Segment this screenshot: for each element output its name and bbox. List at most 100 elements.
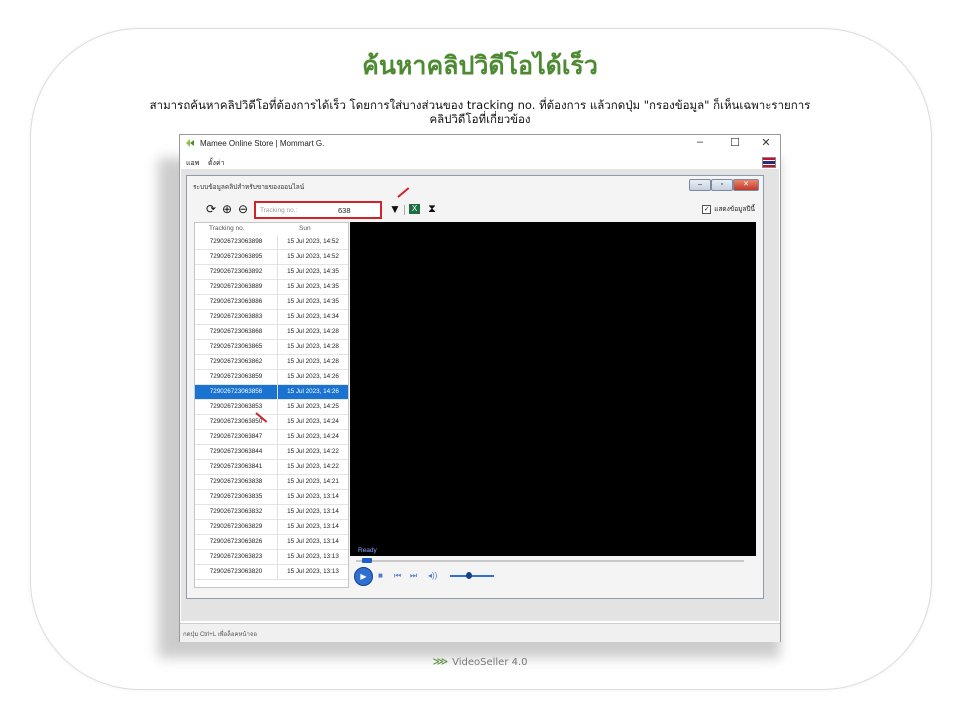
seek-handle[interactable] bbox=[362, 558, 372, 563]
show-info-checkbox[interactable]: ✓ แสดงข้อมูลปีนี้ bbox=[702, 204, 755, 214]
table-row[interactable]: 729026723063886 15 Jul 2023, 14:35 bbox=[195, 295, 348, 310]
table-row[interactable]: 729026723063841 15 Jul 2023, 14:22 bbox=[195, 460, 348, 475]
volume-handle[interactable] bbox=[466, 572, 472, 579]
table-row[interactable]: 729026723063853 15 Jul 2023, 14:25 bbox=[195, 400, 348, 415]
tracking-cell: 729026723063862 bbox=[195, 355, 278, 369]
date-cell: 15 Jul 2023, 14:26 bbox=[287, 388, 339, 395]
table-row[interactable]: 729026723063856 15 Jul 2023, 14:26 bbox=[195, 385, 348, 400]
tracking-cell: 729026723063835 bbox=[195, 490, 278, 504]
table-row[interactable]: 729026723063832 15 Jul 2023, 13:14 bbox=[195, 505, 348, 520]
table-row[interactable]: 729026723063859 15 Jul 2023, 14:26 bbox=[195, 370, 348, 385]
maximize-button[interactable]: ☐ bbox=[727, 136, 743, 149]
next-icon[interactable]: ⏭ bbox=[410, 571, 417, 581]
volume-icon[interactable]: ◂)) bbox=[428, 571, 437, 580]
menu-settings[interactable]: ตั้งค่า bbox=[208, 158, 225, 169]
date-cell: 15 Jul 2023, 14:28 bbox=[287, 343, 339, 350]
page-subtitle: สามารถค้นหาคลิปวิดีโอที่ต้องการได้เร็ว โ… bbox=[149, 98, 811, 126]
remove-icon[interactable]: ⊖ bbox=[237, 203, 249, 215]
child-close-button[interactable]: ✕ bbox=[733, 179, 759, 191]
date-cell: 15 Jul 2023, 13:14 bbox=[287, 523, 339, 530]
column-header-tracking[interactable]: Tracking no. bbox=[209, 225, 245, 232]
table-row[interactable]: 729026723063892 15 Jul 2023, 14:35 bbox=[195, 265, 348, 280]
video-player[interactable]: Ready bbox=[350, 222, 756, 556]
table-row[interactable]: 729026723063823 15 Jul 2023, 13:13 bbox=[195, 550, 348, 565]
table-row[interactable]: 7290267230638​98 15 Jul 2023, 14:52 bbox=[195, 235, 348, 250]
tracking-cell: 729026723063889 bbox=[195, 280, 278, 294]
date-cell: 15 Jul 2023, 14:24 bbox=[287, 418, 339, 425]
child-restore-button[interactable]: ▫ bbox=[711, 179, 733, 191]
date-cell: 15 Jul 2023, 14:34 bbox=[287, 313, 339, 320]
child-window-title: ระบบข้อมูลคลิปสำหรับขายของออนไลน์ bbox=[193, 184, 305, 191]
clip-browser-window: ระบบข้อมูลคลิปสำหรับขายของออนไลน์ – ▫ ✕ … bbox=[186, 175, 764, 599]
search-label: Tracking no.: bbox=[260, 207, 298, 214]
toolbar: ⟳ ⊕ ⊖ Tracking no.: 638 ▼ X ⧗ ✓ แสดงข้อมู… bbox=[187, 198, 763, 222]
tracking-cell: 729026723063844 bbox=[195, 445, 278, 459]
filter-icon[interactable]: ▼ bbox=[389, 203, 401, 215]
tracking-cell: 729026723063886 bbox=[195, 295, 278, 309]
seek-bar[interactable] bbox=[356, 560, 744, 562]
close-button[interactable]: ✕ bbox=[758, 136, 774, 149]
tracking-search-box[interactable]: Tracking no.: 638 bbox=[254, 201, 382, 219]
column-header-date[interactable]: Sun bbox=[299, 225, 311, 232]
tracking-cell: 729026723063838 bbox=[195, 475, 278, 489]
date-cell: 15 Jul 2023, 13:14 bbox=[287, 508, 339, 515]
date-cell: 15 Jul 2023, 13:14 bbox=[287, 493, 339, 500]
table-row[interactable]: 729026723063889 15 Jul 2023, 14:35 bbox=[195, 280, 348, 295]
tracking-cell: 729026723063847 bbox=[195, 430, 278, 444]
status-bar: กดปุ่ม Ctrl+L เพื่อล็อคหน้าจอ bbox=[180, 623, 780, 642]
date-cell: 15 Jul 2023, 14:28 bbox=[287, 328, 339, 335]
tracking-cell: 729026723063829 bbox=[195, 520, 278, 534]
toolbar-separator bbox=[404, 205, 405, 215]
table-row[interactable]: 729026723063862 15 Jul 2023, 14:28 bbox=[195, 355, 348, 370]
checkbox-box[interactable]: ✓ bbox=[702, 204, 712, 214]
table-row[interactable]: 729026723063868 15 Jul 2023, 14:28 bbox=[195, 325, 348, 340]
page-headline: ค้นหาคลิปวิดีโอได้เร็ว bbox=[362, 51, 598, 80]
table-row[interactable]: 729026723063844 15 Jul 2023, 14:22 bbox=[195, 445, 348, 460]
tracking-cell: 729026723063820 bbox=[195, 565, 278, 579]
table-row[interactable]: 729026723063820 15 Jul 2023, 13:13 bbox=[195, 565, 348, 580]
player-status: Ready bbox=[358, 547, 377, 554]
clip-list-grid[interactable]: Tracking no. Sun 7290267230638​98 15 Jul … bbox=[194, 222, 349, 588]
date-cell: 15 Jul 2023, 13:13 bbox=[287, 553, 339, 560]
excel-export-icon[interactable]: X bbox=[409, 204, 420, 214]
add-icon[interactable]: ⊕ bbox=[221, 203, 233, 215]
thai-flag-icon[interactable] bbox=[762, 157, 776, 168]
date-cell: 15 Jul 2023, 14:35 bbox=[287, 298, 339, 305]
tracking-cell: 729026723063865 bbox=[195, 340, 278, 354]
menu-app[interactable]: แอพ bbox=[186, 158, 199, 169]
table-row[interactable]: 729026723063847 15 Jul 2023, 14:24 bbox=[195, 430, 348, 445]
tracking-cell: 729026723063823 bbox=[195, 550, 278, 564]
date-cell: 15 Jul 2023, 13:13 bbox=[287, 568, 339, 575]
search-input[interactable]: 638 bbox=[338, 206, 351, 215]
footer-brand: VideoSeller 4.0 bbox=[452, 657, 528, 668]
table-row[interactable]: 729026723063829 15 Jul 2023, 13:14 bbox=[195, 520, 348, 535]
date-cell: 15 Jul 2023, 14:52 bbox=[287, 238, 339, 245]
app-logo-icon bbox=[186, 139, 194, 147]
tracking-cell: 729026723063868 bbox=[195, 325, 278, 339]
date-cell: 15 Jul 2023, 14:21 bbox=[287, 478, 339, 485]
table-row[interactable]: 729026723063883 15 Jul 2023, 14:34 bbox=[195, 310, 348, 325]
table-row[interactable]: 729026723063826 15 Jul 2023, 13:14 bbox=[195, 535, 348, 550]
table-row[interactable]: 729026723063895 15 Jul 2023, 14:52 bbox=[195, 250, 348, 265]
status-text: กดปุ่ม Ctrl+L เพื่อล็อคหน้าจอ bbox=[183, 632, 258, 638]
volume-slider[interactable] bbox=[450, 575, 494, 577]
tracking-cell: 729026723063895 bbox=[195, 250, 278, 264]
date-cell: 15 Jul 2023, 14:35 bbox=[287, 283, 339, 290]
date-cell: 15 Jul 2023, 14:22 bbox=[287, 448, 339, 455]
refresh-icon[interactable]: ⟳ bbox=[205, 203, 217, 215]
tracking-cell: 729026723063892 bbox=[195, 265, 278, 279]
table-row[interactable]: 729026723063838 15 Jul 2023, 14:21 bbox=[195, 475, 348, 490]
previous-icon[interactable]: ⏮ bbox=[394, 571, 401, 581]
footer: ⋙ VideoSeller 4.0 bbox=[0, 655, 960, 668]
date-cell: 15 Jul 2023, 14:28 bbox=[287, 358, 339, 365]
stop-icon[interactable]: ■ bbox=[378, 571, 383, 580]
child-minimize-button[interactable]: – bbox=[689, 179, 711, 191]
tracking-cell: 729026723063856 bbox=[195, 385, 278, 399]
play-icon[interactable]: ▶ bbox=[354, 567, 373, 586]
hourglass-icon[interactable]: ⧗ bbox=[426, 203, 438, 215]
table-row[interactable]: 729026723063850 15 Jul 2023, 14:24 bbox=[195, 415, 348, 430]
minimize-button[interactable]: – bbox=[692, 136, 708, 148]
date-cell: 15 Jul 2023, 13:14 bbox=[287, 538, 339, 545]
table-row[interactable]: 729026723063865 15 Jul 2023, 14:28 bbox=[195, 340, 348, 355]
table-row[interactable]: 729026723063835 15 Jul 2023, 13:14 bbox=[195, 490, 348, 505]
